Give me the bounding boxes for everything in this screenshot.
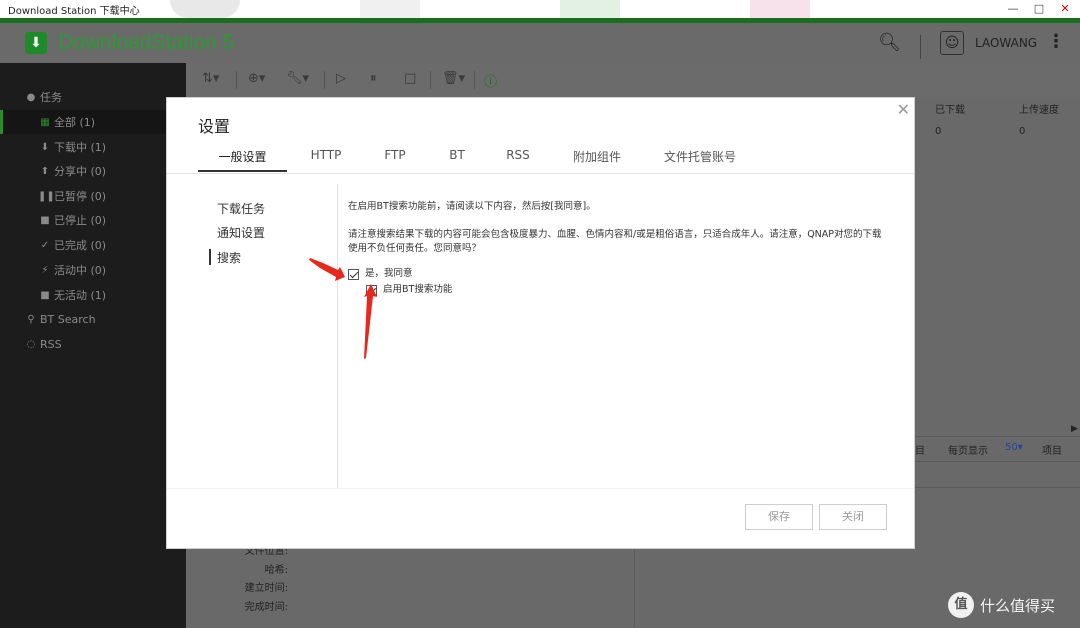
checkmark-icon: ✓ xyxy=(40,239,50,251)
settings-dialog: ✕ 设置 一般设置 HTTP FTP BT RSS 附加组件 文件托管账号 下载… xyxy=(166,97,915,549)
window-titlebar: Download Station 下载中心 — □ ✕ xyxy=(0,0,1080,18)
check-circle-icon: ● xyxy=(26,91,36,103)
window-title: Download Station 下载中心 xyxy=(8,6,140,17)
toolbar: ⇅▾ ⊕▾ 🔧︎▾ ▷ ⏸︎ □ 🗑︎▾ ⓘ xyxy=(186,63,1080,97)
sidebar-item-paused[interactable]: ❚❚ 已暂停 (0) xyxy=(0,184,186,208)
sidebar-item-completed[interactable]: ✓ 已完成 (0) xyxy=(0,233,186,257)
settings-submenu: 下载任务 通知设置 搜索 xyxy=(167,174,337,488)
search-icon: ⚲ xyxy=(27,313,35,325)
more-options-icon[interactable]: ⋮ xyxy=(1047,31,1065,52)
grid-icon: ▦ xyxy=(40,116,50,128)
sidebar: ● 任务 ▦ 全部 (1) ⬇ 下载中 (1) ⬆ 分享中 (0) ❚❚ 已暂停… xyxy=(0,63,186,628)
close-button[interactable]: 关闭 xyxy=(819,504,887,530)
background-decoration xyxy=(750,0,810,18)
background-decoration xyxy=(360,0,420,18)
sidebar-item-all[interactable]: ▦ 全部 (1) xyxy=(0,110,186,134)
sidebar-item-downloading[interactable]: ⬇ 下载中 (1) xyxy=(0,135,186,159)
stop-icon: ■ xyxy=(40,214,50,226)
app-name: DownloadStation 5 xyxy=(58,31,235,54)
watermark-badge: 值 xyxy=(948,592,974,618)
pause-icon[interactable]: ⏸︎ xyxy=(370,71,377,86)
scroll-right-icon[interactable]: ▶ xyxy=(1071,424,1078,434)
notice-text: 在启用BT搜索功能前，请阅读以下内容，然后按[我同意]。 xyxy=(348,201,596,212)
detail-label-completed: 完成时间: xyxy=(244,602,288,613)
info-icon[interactable]: ⓘ xyxy=(484,71,497,90)
tab-bt[interactable]: BT xyxy=(448,148,466,172)
sort-icon[interactable]: ⇅▾ xyxy=(202,71,219,86)
sidebar-section-tasks[interactable]: ● 任务 xyxy=(24,85,184,109)
column-header-upload-speed[interactable]: 上传速度 xyxy=(1019,101,1059,116)
background-decoration xyxy=(560,0,620,18)
footer-divider xyxy=(167,488,914,489)
sidebar-item-stopped[interactable]: ■ 已停止 (0) xyxy=(0,208,186,232)
warning-text: 请注意搜索结果下载的内容可能会包含极度暴力、血腥、色情内容和/或是粗俗语言，只适… xyxy=(348,229,882,254)
pause-icon: ❚❚ xyxy=(38,190,55,202)
app-header: ⬇ DownloadStation 5 🔍︎ ☺ LAOWANG ⋮ xyxy=(0,23,1080,63)
detail-divider xyxy=(634,548,635,628)
stop-icon[interactable]: □ xyxy=(404,71,416,86)
tab-http[interactable]: HTTP xyxy=(308,148,344,172)
divider xyxy=(914,436,1080,437)
save-button[interactable]: 保存 xyxy=(745,504,813,530)
search-icon[interactable]: 🔍︎ xyxy=(878,32,901,53)
upload-icon: ⬆ xyxy=(40,165,50,177)
sidebar-item-rss[interactable]: ◌ RSS xyxy=(0,332,186,356)
tab-general[interactable]: 一般设置 xyxy=(198,148,287,172)
pagination-prefix: 目 xyxy=(915,446,925,457)
tab-addons[interactable]: 附加组件 xyxy=(572,148,622,172)
sidebar-item-seeding[interactable]: ⬆ 分享中 (0) xyxy=(0,159,186,183)
header-divider xyxy=(920,35,921,59)
submenu-divider xyxy=(337,184,338,488)
trash-icon[interactable]: 🗑︎▾ xyxy=(442,71,465,86)
dialog-title: 设置 xyxy=(198,117,231,136)
cell-upload-speed: 0 xyxy=(1019,126,1026,137)
enable-bt-search-label[interactable]: 启用BT搜索功能 xyxy=(383,283,452,297)
submenu-search[interactable]: 搜索 xyxy=(208,249,241,266)
download-icon: ⬇ xyxy=(40,141,50,153)
toolbar-divider xyxy=(236,71,237,89)
close-dialog-icon[interactable]: ✕ xyxy=(897,100,910,119)
agree-checkbox[interactable] xyxy=(348,268,359,280)
sidebar-item-bt-search[interactable]: ⚲ BT Search xyxy=(0,307,186,331)
dialog-tabs: 一般设置 HTTP FTP BT RSS 附加组件 文件托管账号 xyxy=(198,148,898,172)
submenu-notification[interactable]: 通知设置 xyxy=(217,224,265,241)
lightning-icon: ⚡ xyxy=(41,264,49,276)
watermark: 值 什么值得买 xyxy=(948,592,1055,618)
lock-icon: ■ xyxy=(40,289,50,301)
detail-label-created: 建立时间: xyxy=(244,583,288,594)
tab-file-hosting[interactable]: 文件托管账号 xyxy=(662,148,738,172)
divider xyxy=(914,461,1080,462)
wrench-icon[interactable]: 🔧︎▾ xyxy=(286,71,309,86)
sidebar-item-active[interactable]: ⚡ 活动中 (0) xyxy=(0,258,186,282)
cell-downloaded: 0 xyxy=(935,126,942,137)
column-header-downloaded[interactable]: 已下载 xyxy=(935,101,965,116)
per-page-suffix: 项目 xyxy=(1042,446,1062,457)
enable-bt-search-checkbox[interactable] xyxy=(366,284,377,296)
per-page-label: 每页显示 xyxy=(948,446,988,457)
user-avatar-icon[interactable]: ☺ xyxy=(940,31,964,55)
tab-ftp[interactable]: FTP xyxy=(382,148,408,172)
divider xyxy=(914,487,1080,488)
minimize-icon[interactable]: — xyxy=(1006,2,1020,15)
per-page-select[interactable]: 50▾ xyxy=(1005,442,1023,453)
download-station-logo-icon: ⬇ xyxy=(25,32,47,54)
watermark-text: 什么值得买 xyxy=(980,596,1056,615)
detail-label-hash: 哈希: xyxy=(264,565,288,576)
sidebar-item-inactive[interactable]: ■ 无活动 (1) xyxy=(0,283,186,307)
toolbar-divider xyxy=(324,71,325,89)
toolbar-divider xyxy=(430,71,431,89)
toolbar-divider xyxy=(474,71,475,89)
add-task-icon[interactable]: ⊕▾ xyxy=(248,71,265,86)
background-decoration xyxy=(170,0,240,18)
submenu-download-tasks[interactable]: 下载任务 xyxy=(217,200,265,217)
username[interactable]: LAOWANG xyxy=(975,36,1037,50)
enable-bt-row[interactable]: 启用BT搜索功能 xyxy=(366,283,452,297)
agree-label[interactable]: 是，我同意 xyxy=(365,267,413,281)
close-window-icon[interactable]: ✕ xyxy=(1058,2,1072,15)
maximize-icon[interactable]: □ xyxy=(1032,2,1046,15)
rss-icon: ◌ xyxy=(26,338,36,350)
agree-row[interactable]: 是，我同意 xyxy=(348,267,413,281)
play-icon[interactable]: ▷ xyxy=(336,71,346,86)
tab-rss[interactable]: RSS xyxy=(504,148,532,172)
